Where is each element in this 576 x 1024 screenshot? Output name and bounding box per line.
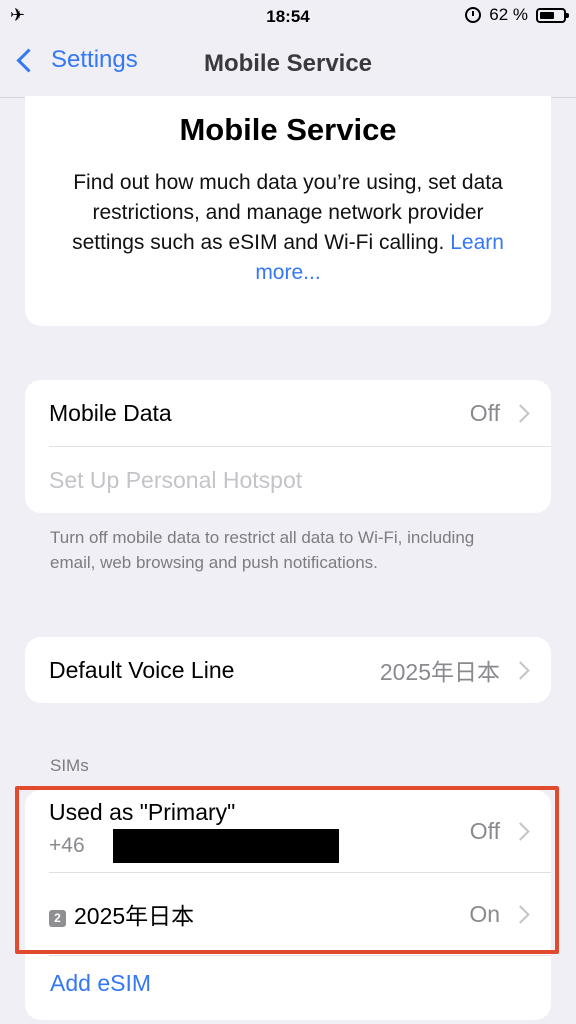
personal-hotspot-row: Set Up Personal Hotspot — [25, 447, 551, 513]
divider — [49, 955, 551, 956]
page-title: Mobile Service — [203, 50, 373, 77]
highlight-box — [15, 786, 559, 954]
status-bar: ✈ 18:54 62 % — [0, 0, 576, 32]
voice-line-label: Default Voice Line — [49, 656, 235, 683]
sims-section-header: SIMs — [50, 756, 89, 775]
voice-line-group: Default Voice Line 2025年日本 — [25, 637, 551, 703]
mobile-data-footnote: Turn off mobile data to restrict all dat… — [50, 528, 475, 572]
battery-percent: 62 % — [489, 5, 528, 24]
info-text: Find out how much data you’re using, set… — [72, 171, 503, 254]
mobile-data-group: Mobile Data Off Set Up Personal Hotspot — [25, 380, 551, 513]
voice-line-value: 2025年日本 — [379, 659, 500, 685]
chevron-right-icon — [511, 660, 530, 680]
chevron-right-icon — [511, 403, 530, 423]
info-title: Mobile Service — [179, 112, 397, 147]
mobile-data-label: Mobile Data — [49, 399, 172, 426]
mobile-data-value: Off — [469, 399, 500, 426]
battery-icon — [536, 7, 569, 23]
navigation-bar: Settings Mobile Service — [0, 32, 576, 98]
personal-hotspot-label: Set Up Personal Hotspot — [49, 466, 303, 493]
add-esim-button[interactable]: Add eSIM — [50, 970, 151, 997]
alarm-icon — [465, 7, 482, 23]
default-voice-line-row[interactable]: Default Voice Line 2025年日本 — [25, 637, 551, 703]
mobile-service-info-card: Mobile Service Find out how much data yo… — [25, 96, 551, 326]
info-description: Find out how much data you’re using, set… — [63, 168, 513, 288]
mobile-data-row[interactable]: Mobile Data Off — [25, 380, 551, 446]
